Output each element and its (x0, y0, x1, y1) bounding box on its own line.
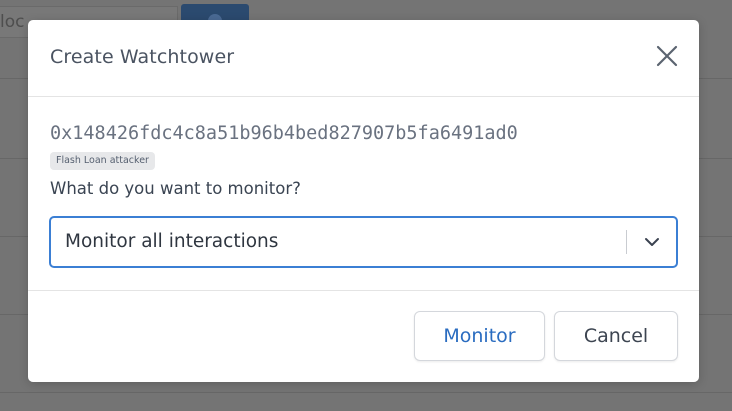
address-tag-badge: Flash Loan attacker (50, 152, 155, 170)
cancel-button[interactable]: Cancel (554, 311, 678, 361)
create-watchtower-modal: Create Watchtower 0x148426fdc4c8a51b96b4… (28, 20, 699, 382)
modal-header: Create Watchtower (28, 20, 699, 97)
monitor-button[interactable]: Monitor (414, 311, 545, 361)
modal-title: Create Watchtower (50, 46, 235, 68)
modal-footer: Monitor Cancel (28, 291, 699, 382)
background-search-text: loc (0, 12, 25, 32)
select-divider (626, 230, 627, 254)
monitor-question-label: What do you want to monitor? (50, 179, 301, 198)
monitor-type-select-value: Monitor all interactions (65, 231, 279, 252)
close-button[interactable] (653, 42, 681, 70)
monitor-type-select[interactable]: Monitor all interactions (49, 216, 678, 268)
modal-body: 0x148426fdc4c8a51b96b4bed827907b5fa6491a… (28, 97, 699, 291)
contract-address: 0x148426fdc4c8a51b96b4bed827907b5fa6491a… (50, 123, 518, 144)
background-divider (0, 392, 732, 393)
close-icon (656, 45, 678, 67)
chevron-down-icon[interactable] (644, 234, 660, 250)
